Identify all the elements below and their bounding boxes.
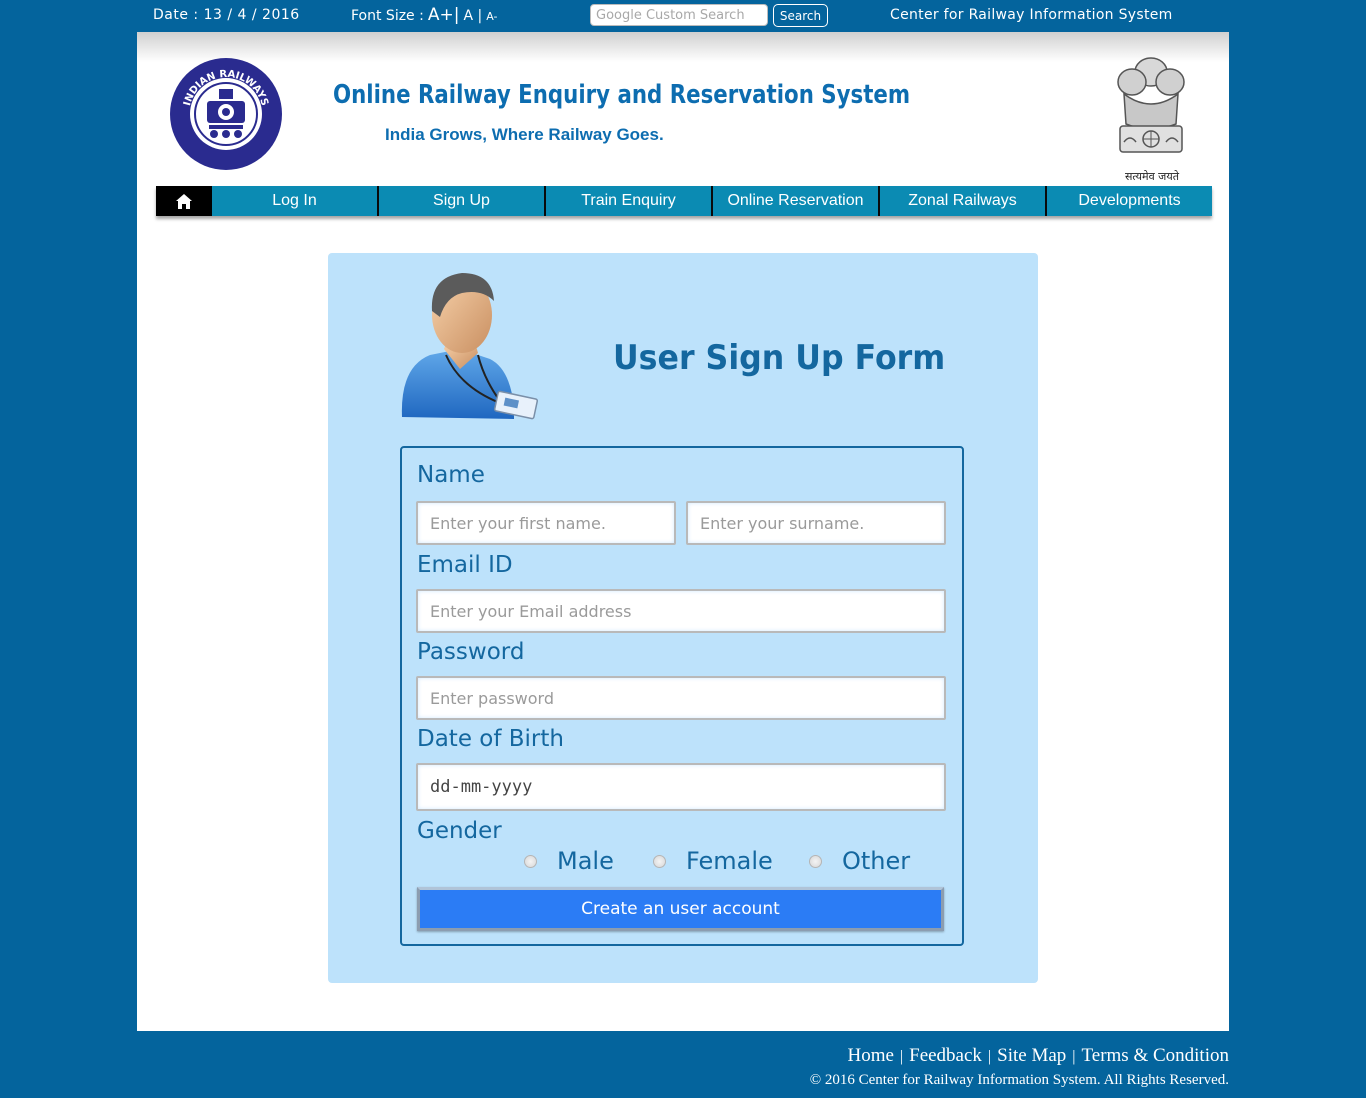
- nav-item-zonal-railways[interactable]: Zonal Railways: [878, 186, 1045, 216]
- user-avatar-icon: [401, 273, 539, 420]
- footer-links: Home | Feedback | Site Map | Terms & Con…: [847, 1045, 1229, 1067]
- footer-link-home[interactable]: Home: [847, 1045, 893, 1066]
- current-date: Date : 13 / 4 / 2016: [153, 7, 300, 23]
- search-input[interactable]: [590, 4, 768, 26]
- top-bar: Date : 13 / 4 / 2016 Font Size : A+| A |…: [0, 0, 1366, 32]
- signup-form-container: User Sign Up Form Name Email ID Password…: [328, 253, 1038, 983]
- font-normal-link[interactable]: A |: [463, 8, 482, 24]
- national-emblem: सत्यमेव जयते: [1110, 54, 1192, 184]
- organization-name: Center for Railway Information System: [890, 7, 1173, 23]
- main-nav: Log In Sign Up Train Enquiry Online Rese…: [156, 186, 1212, 216]
- font-increase-link[interactable]: A+|: [428, 5, 460, 25]
- copyright-text: © 2016 Center for Railway Information Sy…: [809, 1072, 1229, 1088]
- dob-label: Date of Birth: [417, 726, 564, 752]
- password-label: Password: [417, 639, 525, 665]
- email-label: Email ID: [417, 552, 513, 578]
- font-decrease-link[interactable]: A-: [486, 10, 497, 23]
- font-size-controls: Font Size : A+| A | A-: [351, 5, 497, 25]
- header-shade: [137, 32, 1229, 62]
- home-icon: [176, 193, 192, 209]
- name-label: Name: [417, 462, 485, 488]
- gender-label: Gender: [417, 818, 502, 844]
- footer-link-feedback[interactable]: Feedback: [909, 1045, 982, 1066]
- nav-item-signup[interactable]: Sign Up: [377, 186, 544, 216]
- main-panel: INDIAN RAILWAYS Online Railway Enquiry a…: [137, 32, 1229, 1031]
- site-title: Online Railway Enquiry and Reservation S…: [333, 80, 911, 110]
- nav-item-developments[interactable]: Developments: [1045, 186, 1212, 216]
- gender-female-radio[interactable]: [653, 855, 666, 868]
- ashoka-emblem-icon: [1117, 57, 1185, 153]
- footer-link-terms[interactable]: Terms & Condition: [1081, 1045, 1229, 1066]
- site-tagline: India Grows, Where Railway Goes.: [385, 125, 664, 144]
- gender-male-radio[interactable]: [524, 855, 537, 868]
- surname-input[interactable]: [686, 501, 946, 545]
- dob-input[interactable]: dd-mm-yyyy: [416, 763, 946, 811]
- password-input[interactable]: [416, 676, 946, 720]
- gender-options: Male Female Other: [402, 847, 962, 877]
- nav-item-online-reservation[interactable]: Online Reservation: [711, 186, 878, 216]
- form-title: User Sign Up Form: [613, 338, 946, 378]
- emblem-motto: सत्यमेव जयते: [1124, 170, 1179, 183]
- footer-separator: |: [983, 1048, 996, 1065]
- gender-male-label: Male: [557, 847, 614, 875]
- footer-separator: |: [895, 1048, 908, 1065]
- gender-other-label: Other: [842, 847, 911, 875]
- nav-item-login[interactable]: Log In: [212, 186, 377, 216]
- nav-home[interactable]: [156, 186, 212, 216]
- footer-separator: |: [1068, 1048, 1080, 1065]
- gender-other-radio[interactable]: [809, 855, 822, 868]
- create-account-button[interactable]: Create an user account: [417, 887, 944, 931]
- search-button[interactable]: Search: [773, 4, 828, 27]
- font-size-label: Font Size :: [351, 8, 424, 24]
- nav-item-train-enquiry[interactable]: Train Enquiry: [544, 186, 711, 216]
- gender-female-label: Female: [686, 847, 773, 875]
- email-input[interactable]: [416, 589, 946, 633]
- first-name-input[interactable]: [416, 501, 676, 545]
- indian-railways-logo: INDIAN RAILWAYS: [170, 58, 282, 170]
- signup-fieldset: Name Email ID Password Date of Birth dd-…: [400, 446, 964, 946]
- footer-link-sitemap[interactable]: Site Map: [997, 1045, 1066, 1066]
